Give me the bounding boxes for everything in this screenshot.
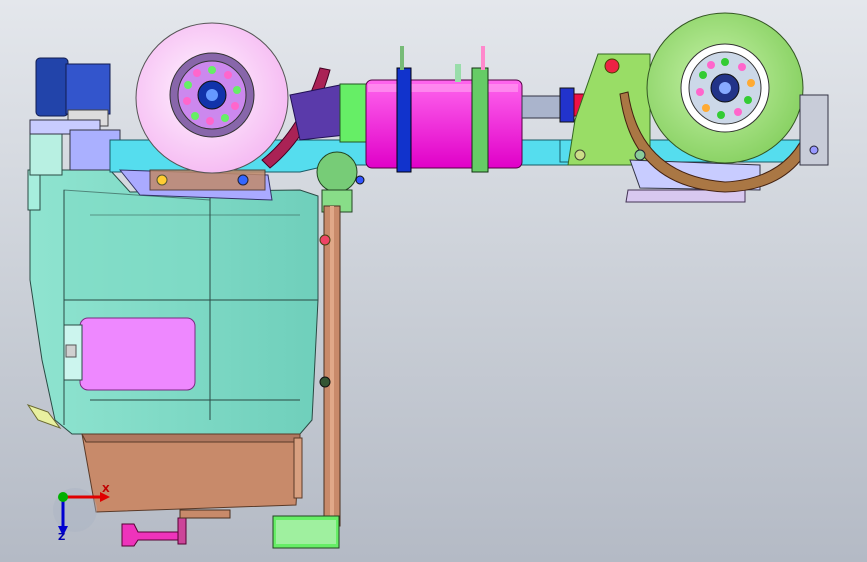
x-axis-label: X xyxy=(102,484,110,495)
gearbox-housing xyxy=(339,46,523,173)
pedal-assembly xyxy=(121,509,231,547)
cad-model-viewport[interactable]: X Z xyxy=(0,0,867,562)
y-axis-point xyxy=(58,492,68,502)
left-drive-wheel xyxy=(135,22,289,174)
inspection-panel xyxy=(63,317,196,391)
vertical-column xyxy=(316,151,365,527)
z-axis-label: Z xyxy=(58,532,66,543)
right-drive-wheel xyxy=(646,12,804,164)
purple-cone xyxy=(289,84,346,141)
assembly-view xyxy=(26,12,829,549)
base-foot xyxy=(272,515,340,549)
